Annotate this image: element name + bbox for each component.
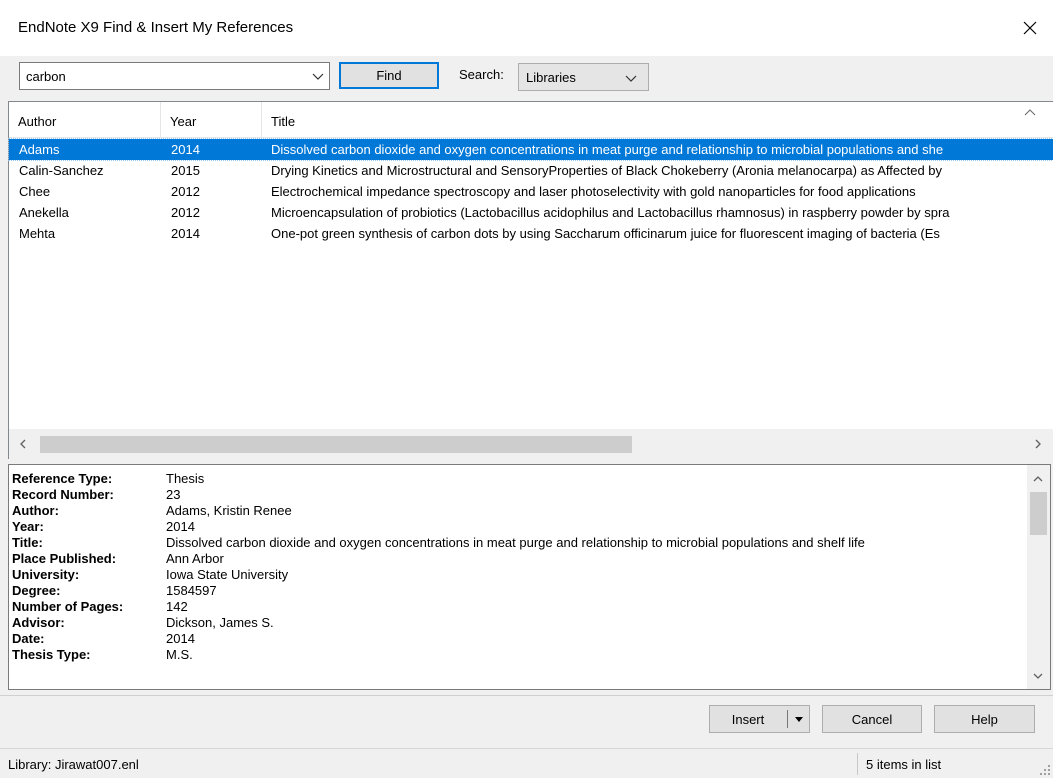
- search-input[interactable]: [20, 63, 305, 89]
- cancel-button[interactable]: Cancel: [822, 705, 922, 733]
- chevron-right-icon[interactable]: [1033, 439, 1043, 449]
- detail-value: 2014: [166, 631, 195, 646]
- detail-value: Dickson, James S.: [166, 615, 274, 630]
- table-row[interactable]: Anekella 2012 Microencapsulation of prob…: [9, 202, 1053, 223]
- table-row[interactable]: Mehta 2014 One-pot green synthesis of ca…: [9, 223, 1053, 244]
- detail-value: Dissolved carbon dioxide and oxygen conc…: [166, 535, 865, 550]
- caret-down-icon: [795, 716, 803, 722]
- search-combobox[interactable]: [19, 62, 330, 90]
- detail-label: Thesis Type:: [12, 647, 91, 662]
- detail-value: Ann Arbor: [166, 551, 224, 566]
- detail-label: Degree:: [12, 583, 61, 598]
- detail-label: Reference Type:: [12, 471, 113, 486]
- detail-value: 2014: [166, 519, 195, 534]
- help-button[interactable]: Help: [934, 705, 1035, 733]
- results-list[interactable]: Author Year Title Adams 2014 Dissolved c…: [8, 101, 1053, 459]
- detail-label: Advisor:: [12, 615, 65, 630]
- find-button[interactable]: Find: [339, 62, 439, 89]
- column-header-title[interactable]: Title: [262, 102, 1053, 138]
- row-year: 2015: [171, 163, 200, 178]
- detail-value: 1584597: [166, 583, 217, 598]
- detail-label: Year:: [12, 519, 44, 534]
- row-author: Adams: [19, 142, 60, 157]
- search-scope-label: Search:: [459, 67, 504, 82]
- divider: [0, 695, 1053, 696]
- row-title: Drying Kinetics and Microstructural and …: [271, 163, 943, 178]
- status-separator: [857, 753, 858, 775]
- search-scope-select[interactable]: Libraries: [518, 63, 649, 91]
- horizontal-scrollbar[interactable]: [9, 429, 1053, 459]
- title-bar: EndNote X9 Find & Insert My References: [0, 0, 1053, 56]
- scrollbar-thumb[interactable]: [1030, 492, 1047, 535]
- resize-grip-icon[interactable]: [1039, 764, 1051, 776]
- window-title: EndNote X9 Find & Insert My References: [18, 19, 294, 36]
- table-row[interactable]: Chee 2012 Electrochemical impedance spec…: [9, 181, 1053, 202]
- list-rows: Adams 2014 Dissolved carbon dioxide and …: [8, 138, 1053, 244]
- chevron-down-icon[interactable]: [1033, 671, 1043, 681]
- insert-dropdown-button[interactable]: [788, 706, 810, 732]
- list-header: Author Year Title: [9, 102, 1053, 138]
- column-header-author[interactable]: Author: [9, 102, 161, 138]
- chevron-left-icon[interactable]: [18, 439, 28, 449]
- detail-value: 23: [166, 487, 181, 502]
- row-year: 2014: [171, 226, 200, 241]
- chevron-up-icon[interactable]: [1033, 474, 1043, 484]
- close-button[interactable]: [1007, 0, 1053, 56]
- column-header-year[interactable]: Year: [161, 102, 262, 138]
- row-author: Calin-Sanchez: [19, 163, 104, 178]
- row-title: One-pot green synthesis of carbon dots b…: [271, 226, 940, 241]
- detail-value: M.S.: [166, 647, 193, 662]
- row-author: Mehta: [19, 226, 56, 241]
- detail-value: Thesis: [166, 471, 205, 486]
- vertical-scrollbar[interactable]: [1027, 465, 1050, 689]
- detail-label: Record Number:: [12, 487, 114, 502]
- detail-label: Title:: [12, 535, 43, 550]
- detail-label: Date:: [12, 631, 45, 646]
- scrollbar-thumb[interactable]: [40, 436, 632, 453]
- detail-value: Iowa State University: [166, 567, 289, 582]
- status-bar: Library: Jirawat007.enl 5 items in list: [0, 748, 1053, 778]
- status-library: Library: Jirawat007.enl: [8, 757, 139, 772]
- row-author: Chee: [19, 184, 51, 199]
- row-year: 2012: [171, 184, 200, 199]
- row-year: 2012: [171, 205, 200, 220]
- table-row[interactable]: Calin-Sanchez 2015 Drying Kinetics and M…: [9, 160, 1053, 181]
- row-title: Dissolved carbon dioxide and oxygen conc…: [271, 142, 944, 157]
- row-author: Anekella: [19, 205, 69, 220]
- search-scope-value: Libraries: [526, 70, 576, 85]
- detail-label: University:: [12, 567, 80, 582]
- detail-value: Adams, Kristin Renee: [166, 503, 292, 518]
- chevron-down-icon: [625, 75, 637, 82]
- insert-split-button[interactable]: Insert: [709, 705, 810, 733]
- detail-label: Place Published:: [12, 551, 117, 566]
- detail-label: Number of Pages:: [12, 599, 124, 614]
- sort-ascending-icon: [1024, 109, 1036, 116]
- detail-value: 142: [166, 599, 188, 614]
- reference-detail-pane[interactable]: Reference Type: Thesis Record Number: 23…: [8, 464, 1051, 690]
- detail-label: Author:: [12, 503, 59, 518]
- insert-button[interactable]: Insert: [710, 706, 786, 732]
- status-item-count: 5 items in list: [866, 757, 942, 772]
- row-year: 2014: [171, 142, 200, 157]
- row-title: Microencapsulation of probiotics (Lactob…: [271, 205, 950, 220]
- close-icon: [1023, 21, 1037, 35]
- table-row[interactable]: Adams 2014 Dissolved carbon dioxide and …: [8, 138, 1053, 161]
- row-title: Electrochemical impedance spectroscopy a…: [271, 184, 916, 199]
- chevron-down-icon[interactable]: [311, 69, 325, 83]
